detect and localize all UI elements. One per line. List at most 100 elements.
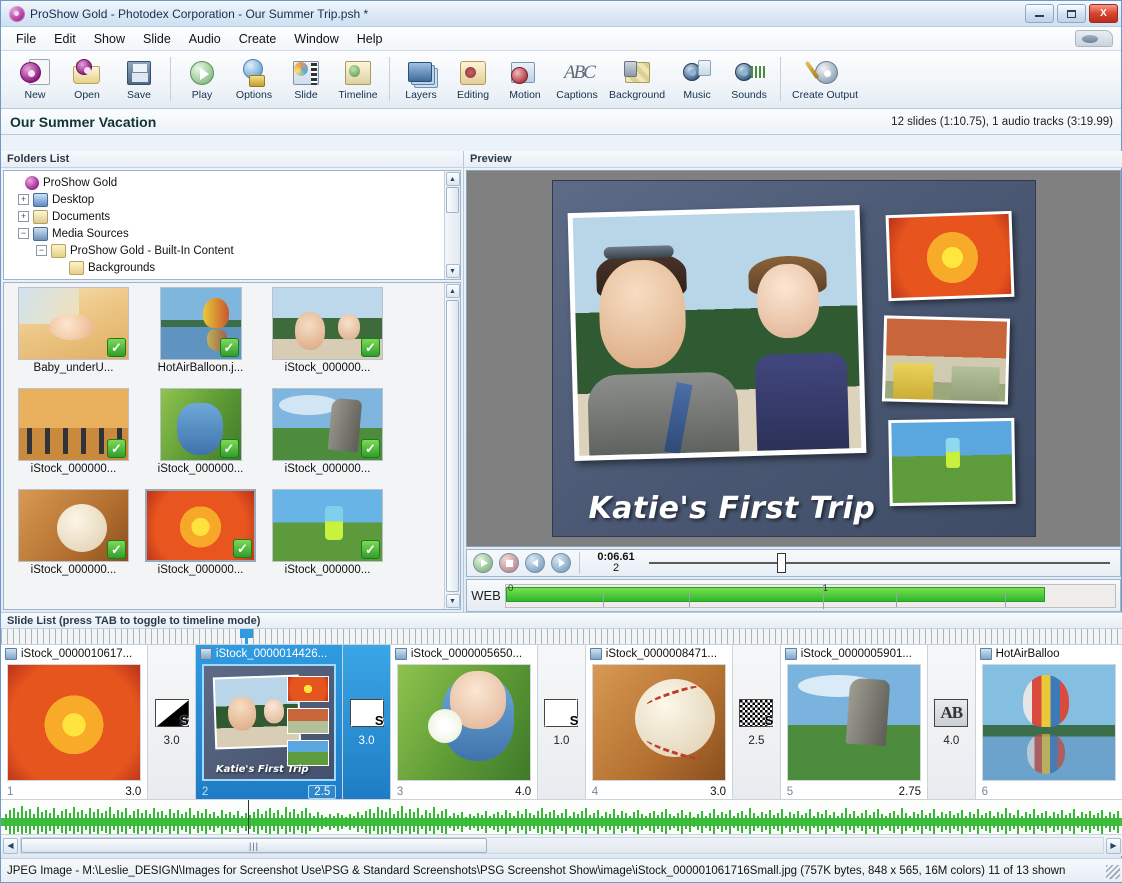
menu-window[interactable]: Window [285, 29, 347, 49]
tree-item-builtin-content[interactable]: − ProShow Gold - Built-In Content [8, 242, 444, 259]
toolbar-motion-button[interactable]: Motion [499, 55, 551, 101]
transition-cell-5[interactable]: AB 4.0 [928, 645, 976, 800]
scroll-thumb[interactable] [446, 300, 459, 592]
toolbar-open-button[interactable]: Open [61, 55, 113, 101]
transition-duration[interactable]: 1.0 [553, 735, 569, 747]
menu-slide[interactable]: Slide [134, 29, 180, 49]
thumbnail-item[interactable]: ✓ iStock_000000... [137, 388, 264, 487]
toolbar-slide-button[interactable]: Slide [280, 55, 332, 101]
thumbnail-item[interactable]: ✓ iStock_000000... [10, 388, 137, 487]
transition-cell-3[interactable]: S 1.0 [538, 645, 586, 800]
toolbar-new-button[interactable]: New [9, 55, 61, 101]
timeline-horizontal-scrollbar[interactable]: ◀ ||| ▶ [1, 834, 1122, 856]
scroll-up-icon[interactable]: ▲ [446, 284, 460, 298]
tree-expander-minus-icon[interactable]: − [18, 228, 29, 239]
slide-cell-2-selected[interactable]: iStock_0000014426... Katie's First Trip … [196, 645, 343, 800]
thumbnail-item[interactable]: ✓ Baby_underU... [10, 287, 137, 386]
slide-cell-6[interactable]: HotAirBalloo 6 [976, 645, 1122, 800]
tree-expander-plus-icon[interactable]: + [18, 211, 29, 222]
transition-cell-1[interactable]: S 3.0 [148, 645, 196, 800]
thumbnail-grid[interactable]: ✓ Baby_underU... ✓ HotAirBalloon.j... ✓ … [4, 283, 444, 609]
maximize-button[interactable] [1057, 4, 1086, 23]
toolbar-background-button[interactable]: Background [603, 55, 671, 101]
resize-grip-icon[interactable] [1106, 865, 1120, 879]
thumbnail-item[interactable]: ✓ iStock_000000... [264, 489, 391, 588]
transition-duration[interactable]: 2.5 [748, 735, 764, 747]
scroll-left-icon[interactable]: ◀ [3, 838, 18, 854]
preview-seek-handle[interactable] [777, 553, 786, 573]
slide-cell-4[interactable]: iStock_0000008471... 4 3.0 [586, 645, 733, 800]
slide-list-strip[interactable]: iStock_0000010617... 1 3.0 S 3.0 iStock_… [1, 645, 1122, 800]
toolbar-options-button[interactable]: Options [228, 55, 280, 101]
tree-label: ProShow Gold - Built-In Content [70, 245, 234, 257]
transition-cell-4[interactable]: S 2.5 [733, 645, 781, 800]
stop-button[interactable] [499, 553, 519, 573]
toolbar-save-button[interactable]: Save [113, 55, 165, 101]
web-track[interactable]: 0 1 [505, 584, 1116, 608]
preview-seek-track[interactable] [649, 562, 1110, 564]
toolbar-create-output-button[interactable]: Create Output [786, 55, 864, 101]
slide-duration[interactable]: 4.0 [515, 786, 531, 798]
minimize-button[interactable] [1025, 4, 1054, 23]
playhead-marker[interactable] [240, 629, 253, 645]
close-button[interactable]: X [1089, 4, 1118, 23]
browser-vertical-scrollbar[interactable]: ▲ ▼ [444, 283, 460, 609]
tree-item-media-sources[interactable]: − Media Sources [8, 225, 444, 242]
toolbar-play-button[interactable]: Play [176, 55, 228, 101]
menu-audio[interactable]: Audio [180, 29, 230, 49]
thumbnail-item[interactable]: ✓ iStock_000000... [264, 287, 391, 386]
previous-slide-button[interactable] [525, 553, 545, 573]
slide-cell-1[interactable]: iStock_0000010617... 1 3.0 [1, 645, 148, 800]
toolbar-layers-button[interactable]: Layers [395, 55, 447, 101]
scroll-down-icon[interactable]: ▼ [446, 264, 460, 278]
slide-filename: iStock_0000005901... [801, 648, 912, 660]
play-button[interactable] [473, 553, 493, 573]
menu-show[interactable]: Show [85, 29, 134, 49]
slide-duration[interactable]: 2.5 [308, 785, 336, 799]
menu-file[interactable]: File [7, 29, 45, 49]
tree-item-desktop[interactable]: + Desktop [8, 191, 444, 208]
thumbnail-item[interactable]: ✓ iStock_000000... [10, 489, 137, 588]
thumbnail-item[interactable]: ✓ HotAirBalloon.j... [137, 287, 264, 386]
next-slide-button[interactable] [551, 553, 571, 573]
folders-vertical-scrollbar[interactable]: ▲ ▼ [444, 171, 460, 279]
folders-tree[interactable]: ProShow Gold + Desktop + Documents − [4, 171, 444, 279]
thumbnail-image: ✓ [272, 489, 383, 562]
scroll-right-icon[interactable]: ▶ [1106, 838, 1121, 854]
slide-cell-3[interactable]: iStock_0000005650... 3 4.0 [391, 645, 538, 800]
preview-area[interactable]: Katie's First Trip [466, 170, 1121, 547]
slide-duration[interactable]: 3.0 [125, 786, 141, 798]
transition-duration[interactable]: 3.0 [164, 735, 180, 747]
slide-cell-5[interactable]: iStock_0000005901... 5 2.75 [781, 645, 928, 800]
menu-edit[interactable]: Edit [45, 29, 85, 49]
thumbnail-caption: iStock_000000... [285, 362, 371, 374]
scroll-thumb[interactable]: ||| [21, 838, 487, 853]
thumbnail-item[interactable]: ✓ iStock_000000... [264, 388, 391, 487]
tree-item-documents[interactable]: + Documents [8, 208, 444, 225]
tree-expander-minus-icon[interactable]: − [36, 245, 47, 256]
thumbnail-item-selected[interactable]: ✓ iStock_000000... [137, 489, 264, 588]
transition-cell-2[interactable]: S 3.0 [343, 645, 391, 800]
toolbar-sounds-button[interactable]: Sounds [723, 55, 775, 101]
slide-duration[interactable]: 2.75 [899, 786, 921, 798]
transition-duration[interactable]: 4.0 [943, 735, 959, 747]
controls-divider [579, 552, 580, 574]
tree-expander-plus-icon[interactable]: + [18, 194, 29, 205]
scroll-up-icon[interactable]: ▲ [446, 172, 460, 186]
toolbar-captions-button[interactable]: ABC Captions [551, 55, 603, 101]
transition-duration[interactable]: 3.0 [359, 735, 375, 747]
toolbar-timeline-button[interactable]: Timeline [332, 55, 384, 101]
toolbar-music-button[interactable]: Music [671, 55, 723, 101]
slide-list-ruler[interactable] [1, 629, 1122, 645]
thumbnail-caption: iStock_000000... [158, 564, 244, 576]
slide-duration[interactable]: 3.0 [710, 786, 726, 798]
scroll-down-icon[interactable]: ▼ [446, 594, 460, 608]
tree-item-proshow-gold[interactable]: ProShow Gold [8, 174, 444, 191]
scroll-thumb[interactable] [446, 187, 459, 213]
tree-item-backgrounds[interactable]: Backgrounds [8, 259, 444, 276]
menu-help[interactable]: Help [348, 29, 392, 49]
scroll-track[interactable]: ||| [20, 837, 1104, 854]
toolbar-editing-label: Editing [457, 90, 489, 101]
toolbar-editing-button[interactable]: Editing [447, 55, 499, 101]
menu-create[interactable]: Create [230, 29, 286, 49]
